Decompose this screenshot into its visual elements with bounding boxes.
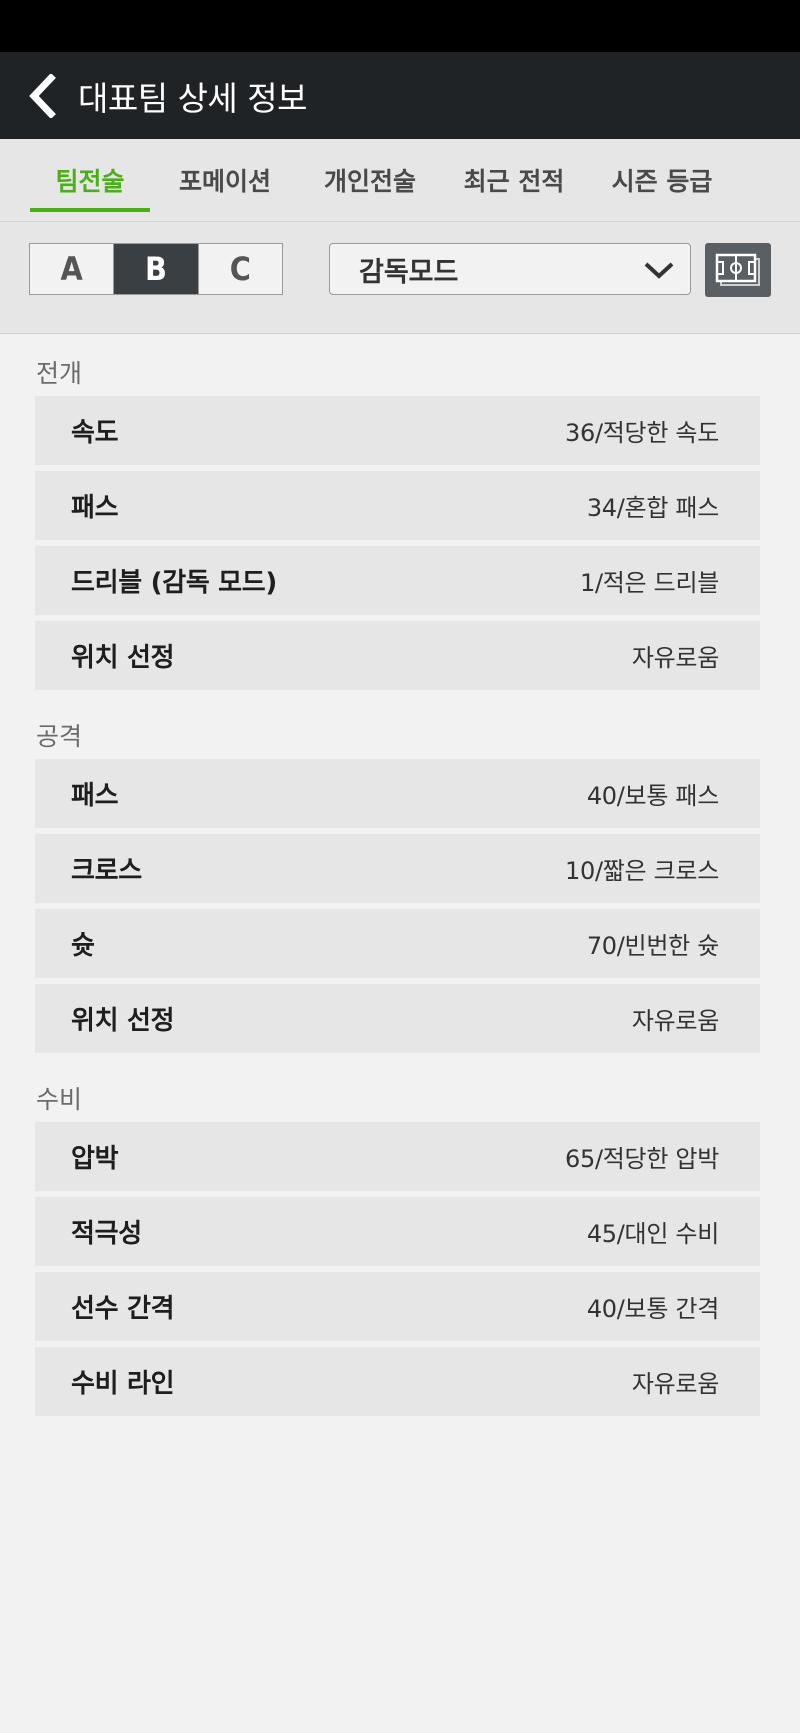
list-item: 수비 라인 자유로움 — [35, 1347, 760, 1416]
tab-bar: 팀전술 포메이션 개인전술 최근 전적 시즌 등급 — [0, 139, 800, 222]
row-label: 선수 간격 — [71, 1294, 175, 1324]
tab-formation[interactable]: 포메이션 — [150, 139, 300, 221]
field-view-button[interactable] — [705, 243, 771, 297]
list-item: 패스 34/혼합 패스 — [35, 471, 760, 540]
row-label: 슛 — [71, 931, 95, 961]
status-bar — [0, 0, 800, 52]
section-buildup: 전개 속도 36/적당한 속도 패스 34/혼합 패스 드리블 (감독 모드) … — [0, 352, 800, 690]
list-item: 적극성 45/대인 수비 — [35, 1197, 760, 1266]
section-attack: 공격 패스 40/보통 패스 크로스 10/짧은 크로스 슛 70/빈번한 슛 … — [0, 715, 800, 1053]
row-value: 40/보통 간격 — [586, 1295, 719, 1323]
list-item: 패스 40/보통 패스 — [35, 759, 760, 828]
tactics-content: 전개 속도 36/적당한 속도 패스 34/혼합 패스 드리블 (감독 모드) … — [0, 334, 800, 1416]
tab-team-tactics[interactable]: 팀전술 — [30, 139, 150, 221]
section-title: 공격 — [36, 722, 83, 751]
row-value: 36/적당한 속도 — [565, 419, 719, 447]
row-value: 1/적은 드리블 — [580, 569, 719, 597]
app-header: 대표팀 상세 정보 — [0, 52, 800, 139]
chevron-left-icon — [29, 73, 56, 118]
row-value: 자유로움 — [631, 1370, 719, 1398]
row-label: 적극성 — [71, 1219, 142, 1249]
tab-individual-tactics[interactable]: 개인전술 — [300, 139, 440, 221]
page-title: 대표팀 상세 정보 — [78, 78, 308, 118]
soccer-field-icon — [715, 253, 760, 286]
section-title: 수비 — [36, 1085, 83, 1114]
mode-dropdown[interactable]: 감독모드 — [329, 243, 691, 295]
chevron-down-icon — [644, 262, 674, 279]
list-item: 위치 선정 자유로움 — [35, 621, 760, 690]
row-label: 크로스 — [71, 856, 142, 886]
row-label: 패스 — [71, 493, 119, 523]
row-value: 자유로움 — [631, 1007, 719, 1035]
mode-dropdown-value: 감독모드 — [359, 256, 459, 288]
list-item: 압박 65/적당한 압박 — [35, 1122, 760, 1191]
list-item: 위치 선정 자유로움 — [35, 984, 760, 1053]
row-value: 40/보통 패스 — [586, 782, 719, 810]
row-label: 속도 — [71, 418, 119, 448]
row-value: 34/혼합 패스 — [586, 494, 719, 522]
list-item: 크로스 10/짧은 크로스 — [35, 834, 760, 903]
row-value: 자유로움 — [631, 644, 719, 672]
tab-recent-record[interactable]: 최근 전적 — [440, 139, 588, 221]
row-label: 수비 라인 — [71, 1369, 175, 1399]
section-defense: 수비 압박 65/적당한 압박 적극성 45/대인 수비 선수 간격 40/보통… — [0, 1078, 800, 1416]
list-item: 속도 36/적당한 속도 — [35, 396, 760, 465]
section-title: 전개 — [36, 359, 83, 388]
list-item: 선수 간격 40/보통 간격 — [35, 1272, 760, 1341]
row-label: 드리블 (감독 모드) — [71, 568, 278, 598]
row-label: 위치 선정 — [71, 1006, 175, 1036]
list-item: 드리블 (감독 모드) 1/적은 드리블 — [35, 546, 760, 615]
row-label: 위치 선정 — [71, 643, 175, 673]
tab-season-grade[interactable]: 시즌 등급 — [588, 139, 736, 221]
list-item: 슛 70/빈번한 슛 — [35, 909, 760, 978]
tactic-set-b-button[interactable]: B — [113, 244, 198, 294]
row-label: 압박 — [71, 1144, 119, 1174]
row-value: 70/빈번한 슛 — [586, 932, 719, 960]
back-button[interactable] — [24, 72, 60, 120]
row-label: 패스 — [71, 781, 119, 811]
row-value: 10/짧은 크로스 — [565, 857, 719, 885]
row-value: 45/대인 수비 — [586, 1220, 719, 1248]
controls-bar: A B C 감독모드 — [0, 222, 800, 334]
tactic-set-a-button[interactable]: A — [30, 244, 113, 294]
tactic-set-selector: A B C — [29, 243, 283, 295]
row-value: 65/적당한 압박 — [565, 1145, 719, 1173]
tactic-set-c-button[interactable]: C — [197, 244, 282, 294]
